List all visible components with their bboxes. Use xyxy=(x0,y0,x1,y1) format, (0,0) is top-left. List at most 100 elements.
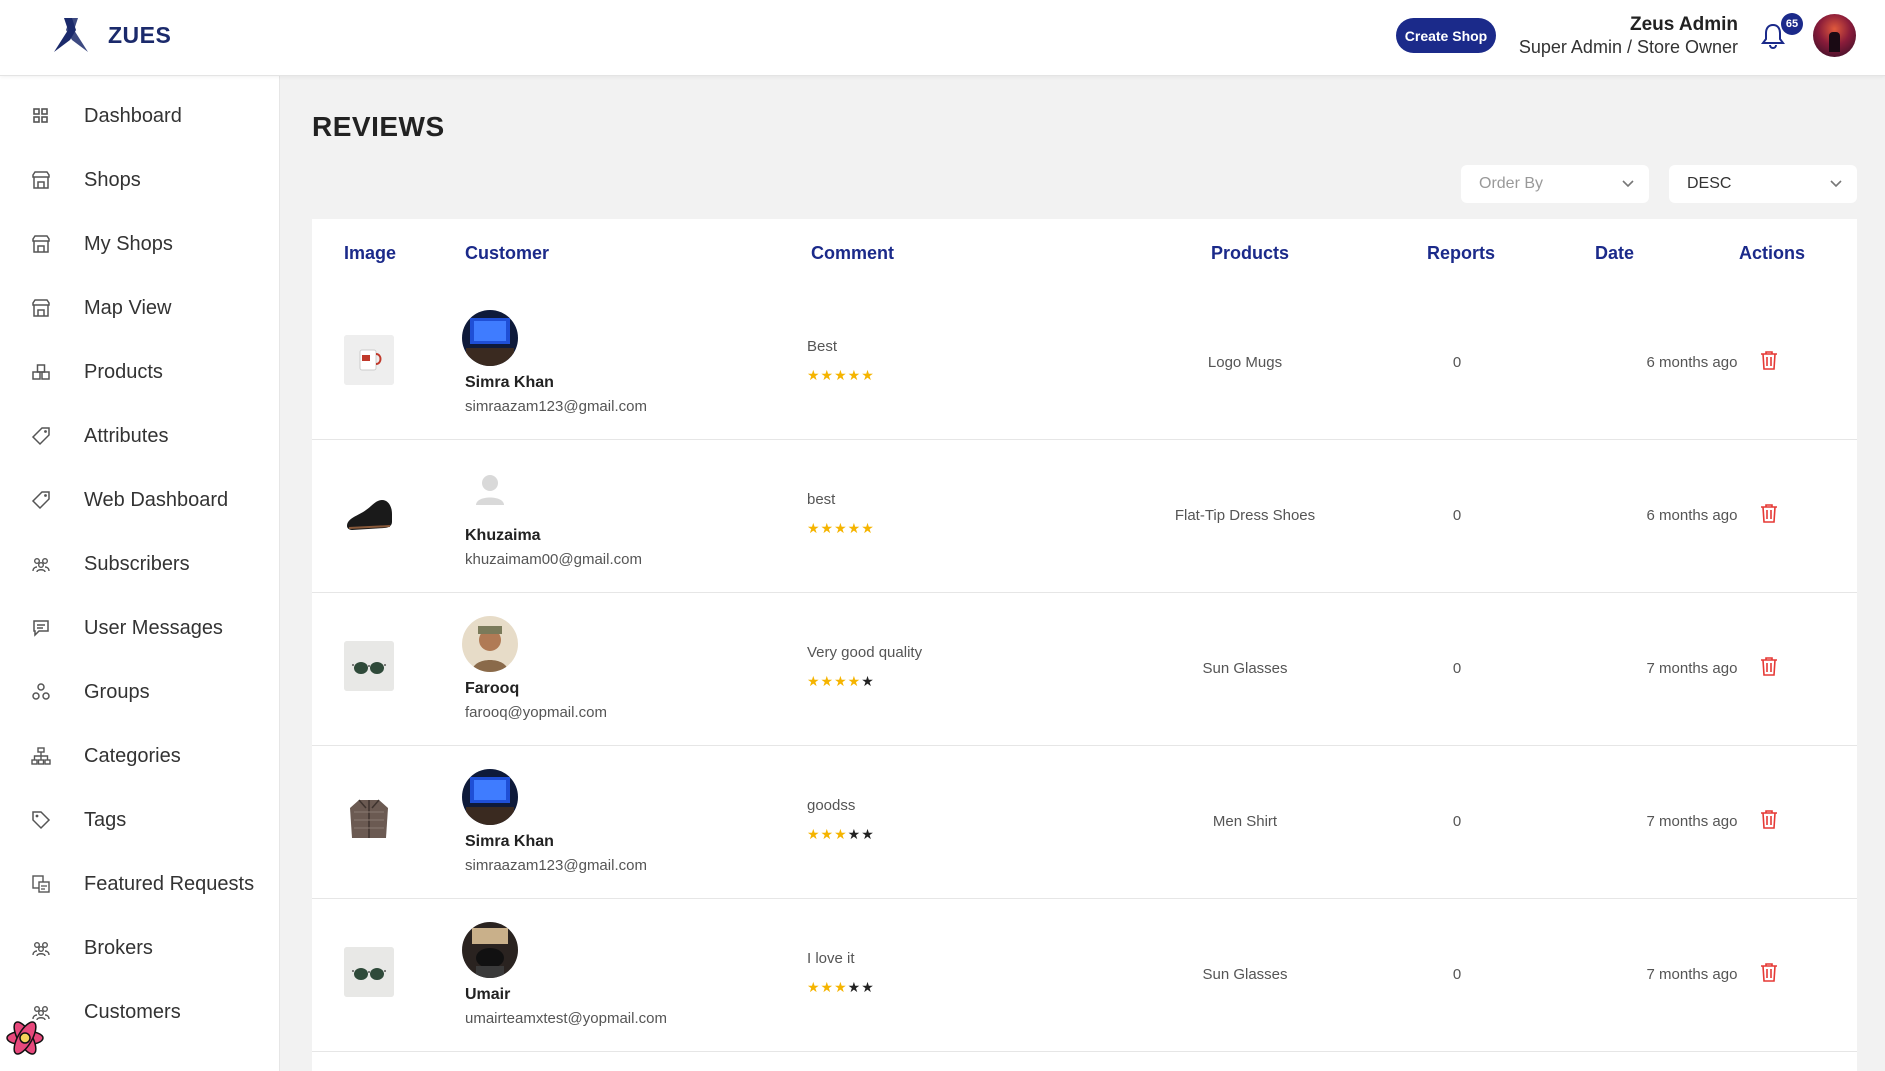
empty-stars: ★★ xyxy=(847,979,875,995)
column-header-reports[interactable]: Reports xyxy=(1427,243,1495,264)
star-rating: ★★★★★ xyxy=(807,979,875,996)
sidebar-item-web-dashboard[interactable]: Web Dashboard xyxy=(0,478,280,522)
empty-stars: ★★ xyxy=(847,826,875,842)
sidebar-item-shops[interactable]: Shops xyxy=(0,158,280,202)
sidebar-item-products[interactable]: Products xyxy=(0,350,280,394)
review-comment: Best xyxy=(807,338,838,355)
customer-email: farooq@yopmail.com xyxy=(465,704,607,721)
report-count: 0 xyxy=(1452,507,1462,524)
top-bar: ZUES Create Shop Zeus Admin Super Admin … xyxy=(0,0,1885,76)
sidebar-item-label: Tags xyxy=(84,808,127,831)
product-name[interactable]: Logo Mugs xyxy=(1135,354,1355,371)
sidebar-item-map-view[interactable]: Map View xyxy=(0,286,280,330)
review-comment: I love it xyxy=(807,950,855,967)
chevron-down-icon xyxy=(1830,180,1842,188)
sidebar-item-label: Attributes xyxy=(84,424,169,447)
sidebar-item-label: Customers xyxy=(84,1000,181,1023)
sidebar-item-user-messages[interactable]: User Messages xyxy=(0,606,280,650)
review-comment: goodss xyxy=(807,797,856,814)
users-icon xyxy=(32,557,50,573)
tag-outline-icon xyxy=(32,811,51,830)
review-comment: best xyxy=(807,491,836,508)
customer-name: Farooq xyxy=(465,680,520,697)
user-avatar[interactable] xyxy=(1813,14,1856,57)
sidebar-item-label: Web Dashboard xyxy=(84,488,229,511)
sidebar-item-my-shops[interactable]: My Shops xyxy=(0,222,280,266)
star-rating: ★★★★★ xyxy=(807,367,875,384)
sidebar-item-label: Groups xyxy=(84,680,150,703)
sidebar-item-featured-requests[interactable]: Featured Requests xyxy=(0,862,280,906)
store-icon xyxy=(32,299,50,317)
review-date: 6 months ago xyxy=(1646,507,1738,524)
column-header-date[interactable]: Date xyxy=(1595,243,1634,264)
user-name: Zeus Admin xyxy=(1629,14,1738,35)
filled-stars: ★★★ xyxy=(807,979,848,995)
featured-icon xyxy=(32,875,50,893)
trash-icon[interactable] xyxy=(1760,962,1778,982)
brand[interactable]: ZUES xyxy=(50,14,171,56)
product-name[interactable]: Men Shirt xyxy=(1135,813,1355,830)
avatar xyxy=(462,310,518,366)
table-row: Khuzaima khuzaimam00@gmail.com best ★★★★… xyxy=(312,440,1857,593)
users-icon xyxy=(32,941,50,957)
sidebar-item-label: Categories xyxy=(84,744,181,767)
trash-icon[interactable] xyxy=(1760,656,1778,676)
product-name[interactable]: Sun Glasses xyxy=(1135,966,1355,983)
table-row: Farooq farooq@yopmail.com Very good qual… xyxy=(312,593,1857,746)
trash-icon[interactable] xyxy=(1760,809,1778,829)
user-info[interactable]: Zeus Admin Super Admin / Store Owner xyxy=(1519,14,1738,58)
sidebar-item-label: Brokers xyxy=(84,936,153,959)
sidebar-item-attributes[interactable]: Attributes xyxy=(0,414,280,458)
customer-name: Simra Khan xyxy=(465,833,554,850)
order-by-select[interactable]: Order By xyxy=(1461,165,1649,203)
product-name[interactable]: Sun Glasses xyxy=(1135,660,1355,677)
filled-stars: ★★★ xyxy=(807,826,848,842)
customer-email: simraazam123@gmail.com xyxy=(465,857,647,874)
customer-email: khuzaimam00@gmail.com xyxy=(465,551,642,568)
column-header-products[interactable]: Products xyxy=(1211,243,1289,264)
sidebar-item-subscribers[interactable]: Subscribers xyxy=(0,542,280,586)
review-date: 7 months ago xyxy=(1646,813,1738,830)
star-rating: ★★★★★ xyxy=(807,673,875,690)
avatar xyxy=(462,616,518,672)
message-icon xyxy=(33,620,49,637)
column-header-actions[interactable]: Actions xyxy=(1739,243,1805,264)
trash-icon[interactable] xyxy=(1760,503,1778,523)
column-header-image[interactable]: Image xyxy=(344,243,396,264)
empty-stars: ★ xyxy=(861,673,875,689)
user-role: Super Admin / Store Owner xyxy=(1518,37,1738,57)
tag-icon xyxy=(31,491,50,510)
report-count: 0 xyxy=(1452,813,1462,830)
sidebar-item-categories[interactable]: Categories xyxy=(0,734,280,778)
product-name[interactable]: Flat-Tip Dress Shoes xyxy=(1135,507,1355,524)
create-shop-button[interactable]: Create Shop xyxy=(1396,18,1496,53)
sidebar-item-label: Map View xyxy=(84,296,172,319)
sidebar-item-tags[interactable]: Tags xyxy=(0,798,280,842)
column-header-comment[interactable]: Comment xyxy=(811,243,894,264)
react-devtools-icon[interactable] xyxy=(4,1017,46,1059)
sidebar-item-label: Featured Requests xyxy=(84,872,255,895)
star-rating: ★★★★★ xyxy=(807,826,875,843)
boxes-icon xyxy=(32,364,50,380)
sidebar-item-dashboard[interactable]: Dashboard xyxy=(0,94,280,138)
sidebar-item-groups[interactable]: Groups xyxy=(0,670,280,714)
table-row: Umair umairteamxtest@yopmail.com I love … xyxy=(312,899,1857,1052)
sidebar-item-label: My Shops xyxy=(84,232,173,255)
star-rating: ★★★★★ xyxy=(807,520,875,537)
product-image xyxy=(344,641,394,691)
sidebar: Dashboard Shops My Shops Map View Produc… xyxy=(0,76,280,1071)
review-date: 7 months ago xyxy=(1646,966,1738,983)
trash-icon[interactable] xyxy=(1760,350,1778,370)
sidebar-item-brokers[interactable]: Brokers xyxy=(0,926,280,970)
product-image xyxy=(344,335,394,385)
sort-direction-select[interactable]: DESC xyxy=(1669,165,1857,203)
product-image xyxy=(344,947,394,997)
column-header-customer[interactable]: Customer xyxy=(465,243,549,264)
sidebar-item-label: Shops xyxy=(84,168,141,191)
groups-icon xyxy=(32,683,50,700)
hierarchy-icon xyxy=(31,747,51,765)
store-icon xyxy=(32,171,50,189)
avatar xyxy=(462,769,518,825)
tag-icon xyxy=(31,427,50,446)
grid-icon xyxy=(33,108,48,123)
